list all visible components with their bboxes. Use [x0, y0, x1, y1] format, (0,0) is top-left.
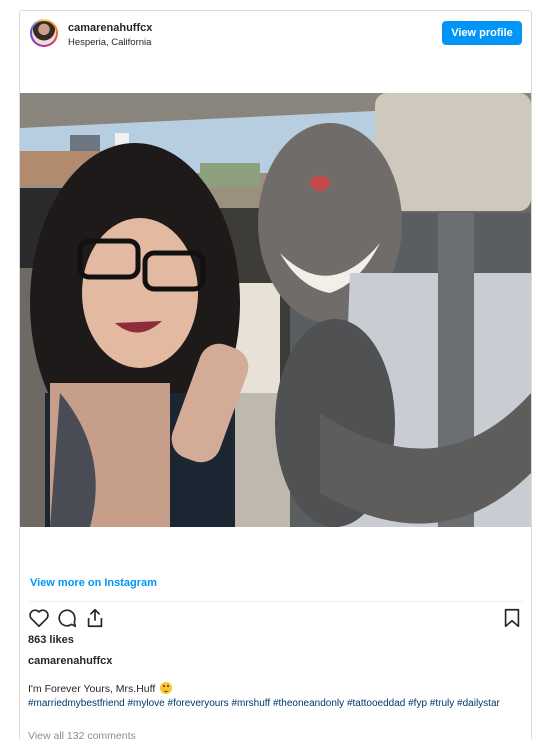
hashtag-list: #marriedmybestfriend #mylove #foreveryou… — [28, 697, 508, 711]
view-more-link[interactable]: View more on Instagram — [30, 577, 157, 589]
hashtag[interactable]: #theoneandonly — [273, 698, 344, 709]
heart-icon[interactable] — [28, 607, 50, 629]
hashtag[interactable]: #foreveryours — [168, 698, 229, 709]
likes-count[interactable]: 863 likes — [28, 634, 74, 646]
comment-icon[interactable] — [56, 607, 78, 629]
share-icon[interactable] — [84, 607, 106, 629]
caption: I'm Forever Yours, Mrs.Huff — [28, 682, 173, 695]
post-location[interactable]: Hesperia, California — [68, 37, 151, 48]
view-profile-button[interactable]: View profile — [442, 21, 522, 45]
divider — [28, 601, 523, 602]
hashtag[interactable]: #truly — [430, 698, 454, 709]
photo-illustration — [20, 93, 531, 527]
hashtag[interactable]: #mrshuff — [231, 698, 270, 709]
hashtag[interactable]: #mylove — [128, 698, 165, 709]
caption-username[interactable]: camarenahuffcx — [28, 655, 112, 667]
hashtag[interactable]: #fyp — [408, 698, 427, 709]
post-username[interactable]: camarenahuffcx — [68, 22, 152, 34]
wink-emoji-icon — [160, 682, 173, 694]
post-header: camarenahuffcx Hesperia, California View… — [20, 11, 531, 57]
instagram-embed-card: camarenahuffcx Hesperia, California View… — [19, 10, 532, 739]
post-photo[interactable] — [20, 93, 531, 527]
hashtag[interactable]: #dailystar — [457, 698, 500, 709]
action-bar — [28, 607, 523, 629]
avatar-image — [32, 21, 56, 45]
hashtag[interactable]: #marriedmybestfriend — [28, 698, 125, 709]
hashtag[interactable]: #tattooeddad — [347, 698, 405, 709]
bookmark-icon[interactable] — [501, 607, 523, 629]
avatar[interactable] — [30, 19, 58, 47]
caption-text: I'm Forever Yours, Mrs.Huff — [28, 683, 156, 695]
